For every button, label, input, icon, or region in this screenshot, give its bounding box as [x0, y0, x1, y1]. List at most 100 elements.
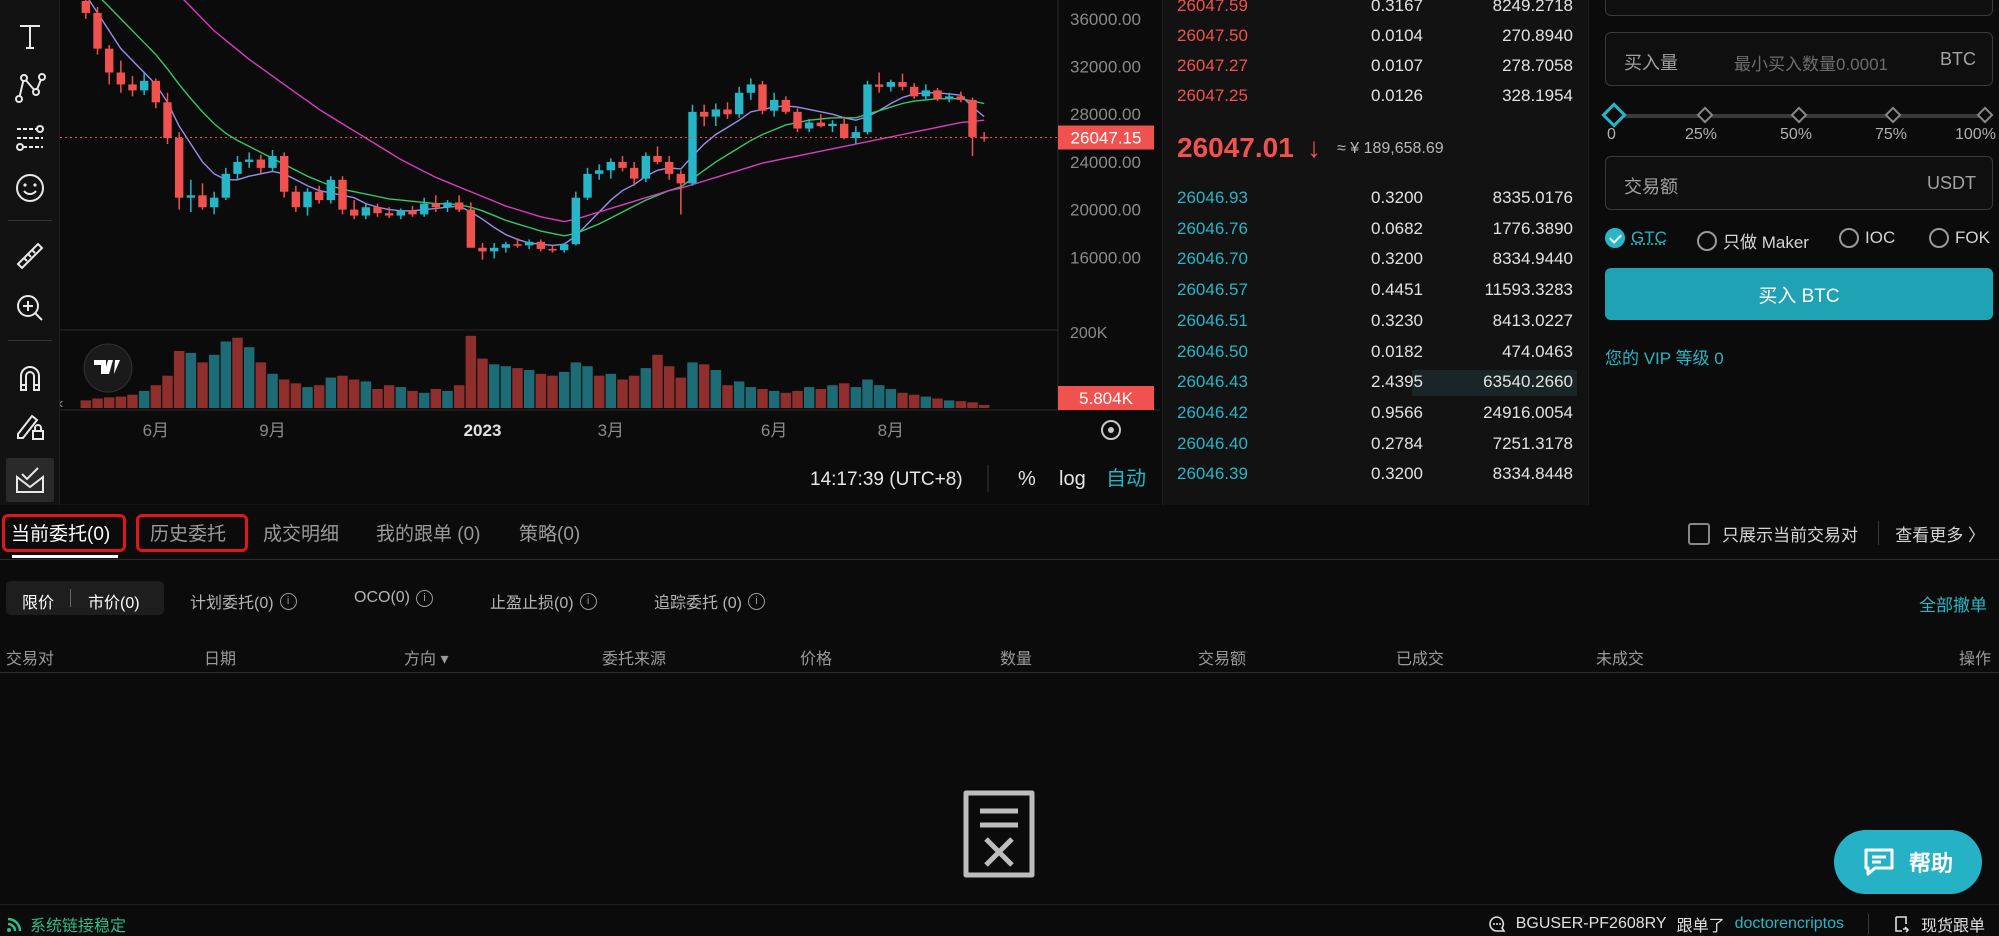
volume-bar	[372, 389, 383, 408]
price-input[interactable]	[1605, 0, 1993, 16]
trade-panel: 买入量 最小买入数量0.0001 BTC 0 25% 50% 75% 100% …	[1588, 0, 1999, 505]
ask-row[interactable]: 26047.27 0.0107 278.7058	[1177, 52, 1577, 82]
bid-row[interactable]: 26046.93 0.3200 8335.0176	[1177, 184, 1577, 214]
buy-amount-input[interactable]: 买入量 最小买入数量0.0001 BTC	[1605, 32, 1993, 86]
subtab-market[interactable]: 市价(0)	[88, 589, 140, 613]
slider-mark-25[interactable]	[1696, 106, 1714, 124]
slider-label-100: 100%	[1955, 126, 1996, 143]
volume-bar	[920, 396, 932, 408]
candle-body	[373, 207, 382, 214]
info-icon[interactable]: i	[748, 592, 766, 610]
time-tick-label: 8月	[878, 421, 904, 440]
ask-qty: 0.0104	[1371, 26, 1423, 45]
volume-bar	[278, 379, 290, 408]
chart-settings-icon-center	[1108, 427, 1114, 433]
last-price-label: 26047.15	[1071, 129, 1142, 148]
tab-order-history[interactable]: 历史委托	[150, 519, 226, 546]
tab-my-copy-trades[interactable]: 我的跟单 (0)	[376, 519, 481, 546]
volume-bar	[512, 368, 523, 408]
radio-icon	[1839, 228, 1859, 248]
bid-row[interactable]: 26046.76 0.0682 1776.3890	[1177, 215, 1577, 245]
bid-row[interactable]: 26046.50 0.0182 474.0463	[1177, 338, 1577, 368]
only-current-pair-toggle[interactable]: 只展示当前交易对	[1688, 521, 1858, 546]
volume-bar	[418, 392, 430, 408]
tif-ioc-label: IOC	[1865, 228, 1896, 247]
bid-qty: 0.2784	[1371, 433, 1423, 453]
limit-market-toggle[interactable]: 限价 市价(0)	[6, 581, 164, 615]
info-icon[interactable]: i	[579, 592, 597, 610]
candlestick-chart[interactable]: 36000.00 32000.00 28000.00 24000.00 20000.00…	[60, 0, 1160, 505]
bid-price: 26046.39	[1177, 464, 1248, 484]
amount-slider[interactable]: 0 25% 50% 75% 100%	[1601, 102, 1996, 144]
ask-row[interactable]: 26047.59 0.3167 8249.2718	[1177, 0, 1577, 22]
bid-row[interactable]: 26046.43 2.4395 63540.2660	[1177, 368, 1577, 398]
price-chart[interactable]: 36000.00 32000.00 28000.00 24000.00 20000.00…	[60, 0, 1160, 505]
candle-body	[571, 197, 581, 245]
col-side[interactable]: 方向 ▾	[404, 645, 448, 669]
subtab-tp-sl[interactable]: 止盈止损(0) i	[490, 589, 597, 613]
buy-btc-button[interactable]: 买入 BTC	[1605, 268, 1993, 320]
cancel-all-button[interactable]: 全部撤单	[1919, 591, 1987, 616]
smiley-icon[interactable]	[6, 166, 54, 210]
slider-mark-100[interactable]	[1976, 106, 1994, 124]
bid-row[interactable]: 26046.57 0.4451 11593.3283	[1177, 276, 1577, 306]
order-type-subtabs: 限价 市价(0) 计划委托(0) i OCO(0) i 止盈止损(0) i 追踪…	[0, 581, 1999, 619]
volume-bar	[593, 375, 605, 408]
tif-fok[interactable]: FOK	[1929, 228, 1990, 248]
volume-bar	[582, 366, 593, 408]
bid-qty: 0.3230	[1371, 310, 1423, 330]
bid-row[interactable]: 26046.70 0.3200 8334.9440	[1177, 245, 1577, 275]
tab-strategies[interactable]: 策略(0)	[519, 519, 580, 546]
candle-body	[933, 90, 942, 99]
ticker-trader-link[interactable]: doctorencriptos	[1735, 915, 1844, 933]
tif-maker-only[interactable]: 只做 Maker	[1697, 228, 1809, 253]
mid-fiat-price: ≈ ¥ 189,658.69	[1337, 140, 1444, 157]
vip-level-link[interactable]: 您的 VIP 等级 0	[1605, 344, 1724, 369]
magnet-icon[interactable]	[6, 356, 54, 400]
tif-ioc[interactable]: IOC	[1839, 228, 1895, 248]
help-button[interactable]: 帮助	[1834, 830, 1982, 894]
candle-body	[233, 161, 242, 174]
envelope-icon[interactable]	[6, 458, 54, 502]
bid-row[interactable]: 26046.40 0.2784 7251.3178	[1177, 430, 1577, 460]
node-path-icon[interactable]	[6, 66, 54, 110]
auto-scale-button[interactable]: 自动	[1106, 467, 1146, 490]
slider-label-25: 25%	[1685, 126, 1718, 143]
fib-lines-icon[interactable]	[6, 116, 54, 160]
info-icon[interactable]: i	[279, 592, 297, 610]
pencil-lock-icon[interactable]	[6, 404, 54, 448]
volume-bar	[255, 362, 267, 408]
volume-bar	[827, 385, 838, 408]
subtab-plan-orders[interactable]: 计划委托(0) i	[190, 589, 297, 613]
tif-gtc[interactable]: GTC	[1605, 228, 1667, 248]
log-scale-button[interactable]: log	[1059, 468, 1086, 490]
spot-copy-link[interactable]: 现货跟单	[1921, 912, 1985, 936]
info-icon[interactable]: i	[416, 589, 433, 607]
tab-trade-history[interactable]: 成交明细	[263, 519, 339, 546]
bid-row[interactable]: 26046.42 0.9566 24916.0054	[1177, 399, 1577, 429]
subtab-trailing[interactable]: 追踪委托 (0) i	[654, 589, 766, 613]
subtab-limit[interactable]: 限价	[22, 589, 54, 613]
candle-body	[396, 210, 406, 216]
bid-row[interactable]: 26046.39 0.3200 8334.8448	[1177, 460, 1577, 490]
percent-scale-button[interactable]: %	[1018, 468, 1036, 490]
ruler-icon[interactable]	[6, 234, 54, 278]
volume-bar	[663, 366, 675, 408]
tif-maker-only-label: 只做 Maker	[1723, 233, 1809, 252]
subtab-oco[interactable]: OCO(0) i	[354, 589, 433, 607]
ask-total: 278.7058	[1502, 56, 1573, 75]
slider-handle[interactable]	[1601, 102, 1627, 128]
collapse-icon[interactable]: ‹	[60, 395, 63, 412]
bid-row[interactable]: 26046.51 0.3230 8413.0227	[1177, 307, 1577, 337]
zoom-in-icon[interactable]	[6, 286, 54, 330]
ask-row[interactable]: 26047.25 0.0126 328.1954	[1177, 82, 1577, 112]
slider-mark-50[interactable]	[1790, 106, 1808, 124]
tab-current-orders[interactable]: 当前委托(0)	[11, 519, 110, 546]
slider-mark-75[interactable]	[1884, 106, 1902, 124]
trade-total-input[interactable]: 交易额 USDT	[1605, 156, 1993, 210]
volume-bar	[792, 390, 803, 408]
text-icon[interactable]	[6, 14, 54, 58]
view-more-link[interactable]: 查看更多 〉	[1895, 521, 1985, 546]
candle-body	[408, 210, 417, 215]
ask-row[interactable]: 26047.50 0.0104 270.8940	[1177, 22, 1577, 52]
